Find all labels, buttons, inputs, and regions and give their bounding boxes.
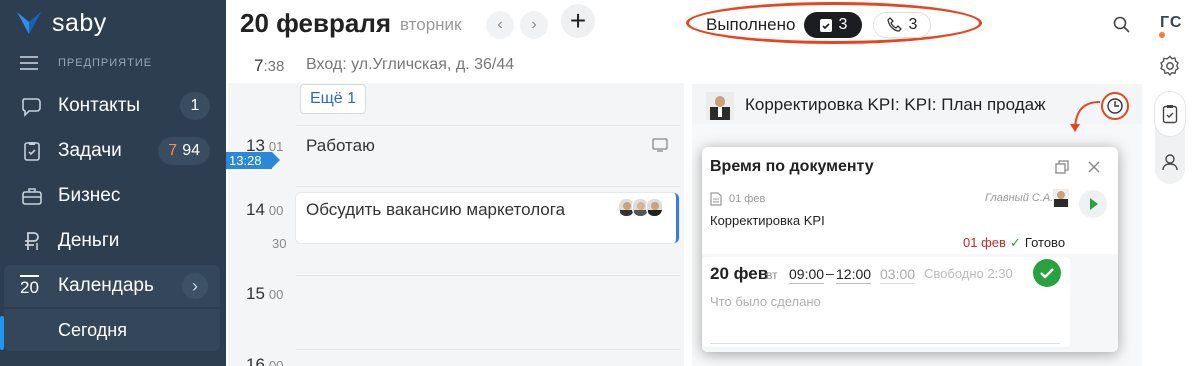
avatar [646, 198, 663, 217]
hour-label: 15 00 [246, 284, 284, 303]
hour-divider [296, 125, 680, 126]
start-time-field[interactable]: 09:00 [789, 266, 825, 284]
sidebar: saby ПРЕДПРИЯТИЕ Контакты 1 Задачи 7 94 … [0, 0, 226, 366]
divider [710, 343, 1060, 344]
done-tasks-filter[interactable]: 3 [804, 12, 862, 38]
active-indicator [0, 316, 4, 350]
document-title[interactable]: Корректировка KPI: KPI: План продаж [745, 95, 1045, 115]
sidebar-item-calendar[interactable]: 20 Календарь › [4, 265, 220, 307]
sidebar-item-label: Задачи [58, 140, 122, 161]
task-icon [1162, 105, 1178, 124]
page-title: 20 февраля [240, 8, 392, 38]
calendar-icon: 20 [20, 274, 39, 298]
user-avatar[interactable]: ГС [1160, 14, 1182, 32]
hour-divider [296, 275, 680, 276]
ruble-icon [25, 232, 39, 250]
done-label: Выполнено [706, 15, 796, 34]
done-calls-filter[interactable]: 3 [873, 12, 931, 38]
more-events-button[interactable]: Ещё 1 [300, 84, 366, 114]
app-name: saby [52, 8, 107, 37]
duration-field[interactable]: 03:00 [880, 266, 916, 284]
due-date: 01 фев [963, 235, 1006, 250]
sidebar-item-tasks[interactable]: Задачи 7 94 [0, 130, 226, 172]
confirm-button[interactable] [1033, 259, 1061, 287]
tab-tasks[interactable] [1155, 92, 1185, 136]
next-day-button[interactable]: › [520, 11, 548, 39]
new-count: 7 [168, 142, 178, 159]
participants [618, 198, 663, 217]
author-name: Главный С.А. [985, 192, 1054, 204]
chevron-right-icon[interactable]: › [182, 273, 208, 299]
entry-address: Вход: ул.Угличская, д. 36/44 [306, 56, 515, 73]
gear-icon[interactable] [1158, 54, 1182, 78]
current-time-marker: 13:28 [226, 152, 280, 169]
section-label: ПРЕДПРИЯТИЕ [58, 57, 153, 69]
end-time-field[interactable]: 12:00 [836, 266, 872, 284]
hour-label: 16 00 [246, 355, 284, 366]
add-button[interactable]: + [561, 4, 595, 38]
chat-icon [22, 98, 41, 117]
saby-logo-icon [17, 12, 41, 34]
document-time-popup: Время по документу 01 фев Корректировка … [702, 147, 1118, 352]
close-icon[interactable] [1086, 159, 1102, 175]
half-hour-label: 30 [272, 236, 287, 251]
sidebar-item-label: Контакты [58, 95, 141, 116]
event-working[interactable]: Работаю [306, 136, 375, 156]
sidebar-item-today[interactable]: Сегодня [4, 309, 220, 351]
count-badge: 7 94 [158, 137, 210, 165]
sidebar-item-label: Бизнес [58, 185, 121, 206]
entry-time: 7:38 [254, 56, 285, 75]
task-icon [819, 19, 832, 32]
document-date: 01 фев [729, 193, 766, 205]
status-dot [1159, 32, 1165, 38]
entry-weekday: вт [766, 268, 778, 282]
sidebar-item-business[interactable]: Бизнес [0, 175, 226, 217]
free-time-label: Свободно 2:30 [924, 266, 1013, 281]
prev-day-button[interactable]: ‹ [486, 11, 514, 39]
check-icon: ✓ [1010, 235, 1021, 250]
avatar [1053, 189, 1069, 207]
annotation-arrow [1070, 101, 1101, 132]
sidebar-item-contacts[interactable]: Контакты 1 [0, 85, 226, 127]
event-title[interactable]: Обсудить вакансию маркетолога [306, 200, 565, 220]
weekday-label: вторник [400, 15, 462, 34]
done-tasks-count: 3 [838, 16, 848, 33]
sidebar-item-label: Сегодня [58, 319, 127, 340]
sidebar-item-label: Деньги [58, 230, 120, 251]
task-icon [24, 142, 40, 161]
author-photo [706, 92, 734, 120]
total-count: 94 [182, 142, 200, 159]
hour-divider [296, 349, 680, 350]
phone-icon [886, 17, 902, 32]
menu-icon[interactable] [20, 56, 38, 74]
document-name[interactable]: Корректировка KPI [710, 213, 825, 228]
done-calls-count: 3 [908, 16, 918, 33]
sidebar-item-money[interactable]: Деньги [0, 220, 226, 262]
tab-contacts[interactable] [1155, 140, 1185, 184]
document-icon [710, 192, 722, 206]
popup-title: Время по документу [710, 158, 874, 175]
briefcase-icon [22, 188, 42, 205]
monitor-icon [652, 138, 668, 152]
play-icon[interactable] [1079, 190, 1107, 218]
count-badge: 1 [180, 92, 210, 120]
time-separator: – [826, 265, 834, 281]
side-tabs [1155, 92, 1185, 184]
search-icon[interactable] [1112, 15, 1132, 35]
person-icon [1162, 154, 1178, 171]
hour-label: 14 00 [246, 200, 284, 219]
status-badge: ✓ Готово [1010, 235, 1066, 250]
sidebar-item-label: Календарь [58, 275, 154, 296]
entry-day: 20 фев [710, 264, 769, 283]
app-logo[interactable]: saby [14, 8, 107, 38]
done-description-input[interactable]: Что было сделано [710, 294, 821, 309]
restore-icon[interactable] [1054, 159, 1070, 175]
hour-divider [296, 186, 680, 187]
